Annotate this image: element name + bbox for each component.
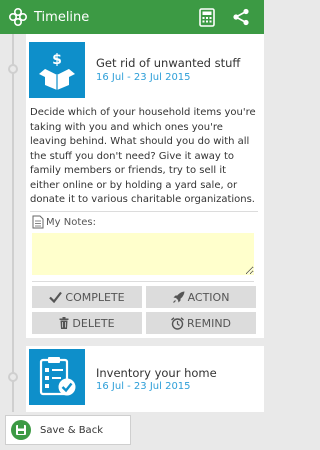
- bottom-bar: Save & Back: [0, 412, 264, 450]
- share-button[interactable]: [230, 6, 252, 28]
- task-title: Inventory your home: [96, 366, 217, 380]
- check-icon: [49, 291, 63, 303]
- app-bar: Timeline: [0, 0, 264, 34]
- svg-text:$: $: [52, 52, 62, 68]
- complete-label: COMPLETE: [65, 290, 125, 304]
- save-back-button[interactable]: Save & Back: [5, 415, 131, 445]
- complete-button[interactable]: COMPLETE: [32, 286, 142, 308]
- flower-logo-icon: [8, 7, 28, 27]
- task-title: Get rid of unwanted stuff: [96, 56, 241, 70]
- divider: [32, 281, 254, 282]
- notes-input[interactable]: [32, 233, 254, 275]
- trash-icon: [59, 317, 69, 329]
- app-title: Timeline: [34, 9, 90, 25]
- notes-label: My Notes:: [46, 217, 96, 228]
- save-back-label: Save & Back: [40, 424, 103, 436]
- rocket-icon: [172, 291, 185, 303]
- dollar-box-icon: $: [39, 52, 75, 90]
- task-card: Inventory your home 16 Jul - 23 Jul 2015: [26, 346, 264, 412]
- delete-button[interactable]: DELETE: [32, 312, 142, 334]
- calculator-button[interactable]: [196, 6, 218, 28]
- divider: [30, 211, 258, 212]
- task-icon-tile: $: [29, 42, 85, 98]
- document-icon: [32, 215, 44, 229]
- timeline-line: [12, 34, 14, 414]
- action-label: ACTION: [187, 290, 230, 304]
- action-button[interactable]: ACTION: [146, 286, 256, 308]
- save-disk-icon: [11, 420, 31, 440]
- task-description: Decide which of your household items you…: [30, 107, 256, 205]
- timeline-dot: [8, 372, 18, 382]
- remind-button[interactable]: REMIND: [146, 312, 256, 334]
- task-icon-tile: [29, 349, 85, 405]
- calculator-icon: [199, 7, 215, 27]
- delete-label: DELETE: [72, 316, 115, 330]
- alarm-clock-icon: [171, 316, 184, 330]
- share-icon: [233, 8, 249, 26]
- task-date: 16 Jul - 23 Jul 2015: [96, 72, 191, 83]
- checklist-clipboard-icon: [39, 357, 76, 396]
- remind-label: REMIND: [186, 316, 232, 330]
- task-date: 16 Jul - 23 Jul 2015: [96, 381, 191, 392]
- task-card: $ Get rid of unwanted stuff 16 Jul - 23 …: [26, 34, 264, 338]
- timeline-dot: [8, 64, 18, 74]
